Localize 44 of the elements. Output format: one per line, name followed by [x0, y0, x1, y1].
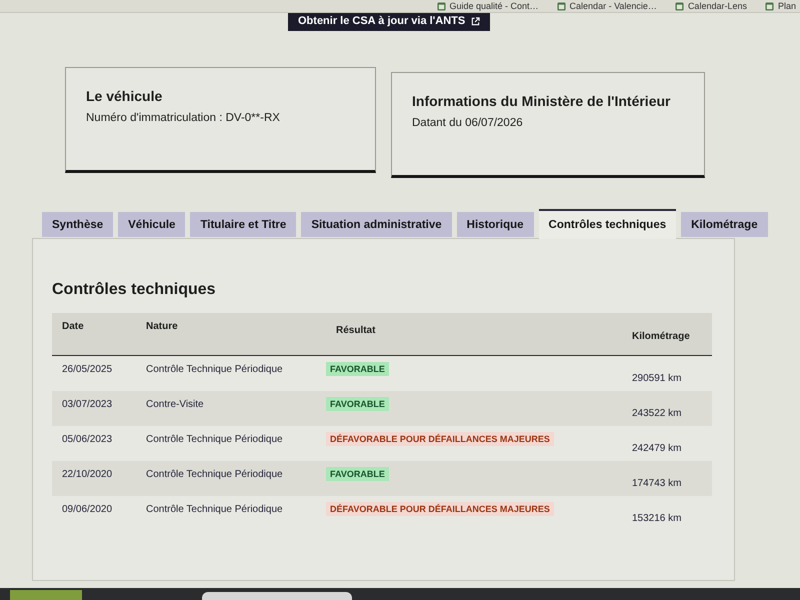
mileage-cell: 242479 km	[632, 443, 682, 454]
date-cell: 03/07/2023	[62, 399, 112, 410]
tab[interactable]: Contrôles techniques	[538, 209, 676, 239]
card-title: Le véhicule	[86, 88, 164, 104]
csa-link-button[interactable]: Obtenir le CSA à jour via l'ANTS	[288, 13, 490, 31]
taskbar-button[interactable]	[10, 590, 82, 600]
column-header: Résultat	[335, 325, 376, 336]
column-header: Date	[61, 321, 84, 332]
taskbar-search-field[interactable]	[202, 592, 352, 600]
nature-cell: Contrôle Technique Périodique	[146, 504, 283, 515]
mileage-cell: 174743 km	[632, 478, 682, 489]
mileage-cell: 153216 km	[632, 513, 682, 524]
nature-cell: Contrôle Technique Périodique	[146, 364, 283, 375]
bookmark-link[interactable]: Calendar - Valencie…	[570, 0, 657, 12]
mileage-cell: 290591 km	[632, 373, 682, 384]
tab[interactable]: Historique	[456, 212, 534, 237]
bookmark-link[interactable]: Guide qualité - Cont…	[450, 0, 539, 12]
external-link-icon	[471, 17, 480, 26]
tab[interactable]: Véhicule	[118, 212, 186, 237]
result-badge: FAVORABLE	[326, 467, 389, 481]
bookmark-link[interactable]: Calendar-Lens	[688, 0, 747, 12]
date-cell: 05/06/2023	[62, 434, 112, 445]
tab[interactable]: Kilométrage	[681, 212, 768, 237]
nature-cell: Contrôle Technique Périodique	[146, 469, 283, 480]
column-header: Nature	[145, 321, 178, 332]
result-badge: FAVORABLE	[326, 362, 389, 376]
tab[interactable]: Synthèse	[42, 212, 114, 237]
card-text: Datant du 06/07/2026	[412, 117, 524, 129]
column-header: Kilométrage	[631, 331, 690, 342]
nature-cell: Contrôle Technique Périodique	[146, 434, 283, 445]
tab[interactable]: Titulaire et Titre	[190, 212, 296, 237]
result-badge: DÉFAVORABLE POUR DÉFAILLANCES MAJEURES	[326, 502, 554, 516]
date-cell: 22/10/2020	[62, 469, 112, 480]
section-title: Contrôles techniques	[52, 281, 217, 299]
date-cell: 09/06/2020	[62, 504, 112, 515]
bookmark-link[interactable]: Plan	[778, 0, 796, 12]
mileage-cell: 243522 km	[632, 408, 682, 419]
date-cell: 26/05/2025	[62, 364, 112, 375]
card-text: Numéro d'immatriculation : DV-0**-RX	[86, 112, 281, 124]
result-badge: FAVORABLE	[326, 397, 389, 411]
tab[interactable]: Situation administrative	[301, 212, 452, 237]
result-badge: DÉFAVORABLE POUR DÉFAILLANCES MAJEURES	[326, 432, 554, 446]
nature-cell: Contre-Visite	[146, 399, 204, 410]
card-title: Informations du Ministère de l'Intérieur	[412, 93, 672, 109]
